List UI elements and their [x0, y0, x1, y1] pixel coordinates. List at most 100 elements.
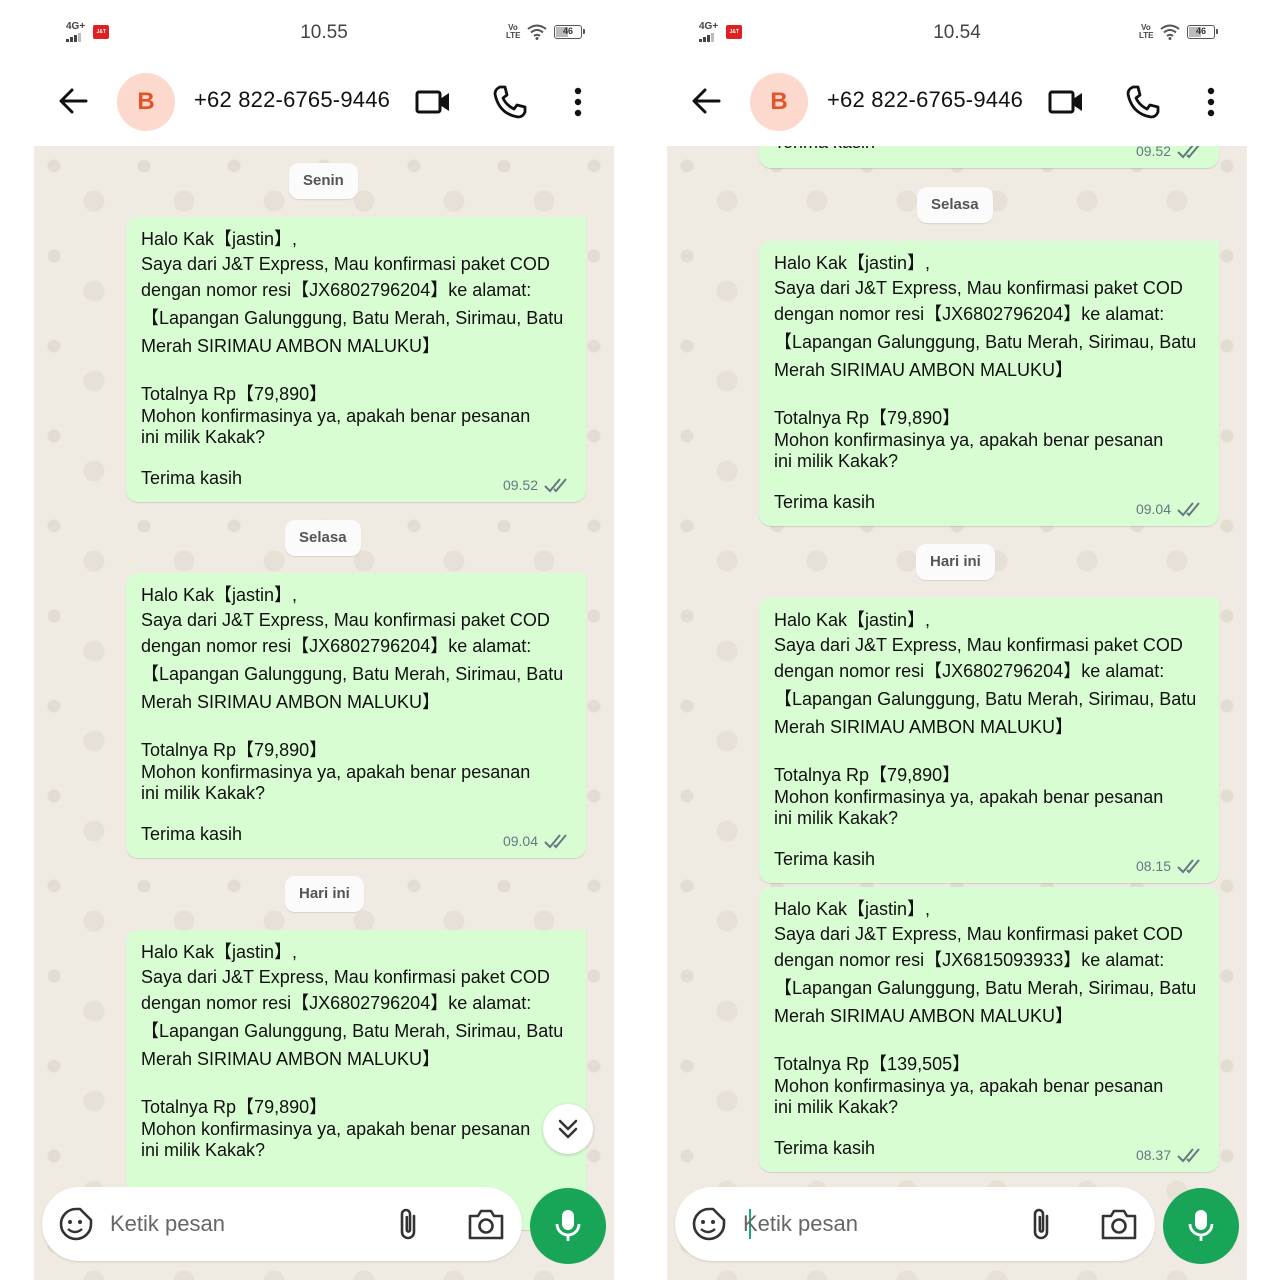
battery-level: 46: [1195, 26, 1206, 36]
video-call-icon[interactable]: [414, 83, 452, 121]
date-divider-hari-ini: Hari ini: [285, 876, 364, 912]
msg-intro: Saya dari J&T Express, Mau konfirmasi pa…: [141, 967, 550, 987]
double-check-icon: [1177, 146, 1200, 159]
message-meta: 09.04: [503, 832, 572, 850]
double-check-icon: [1177, 859, 1200, 874]
message-time: 08.15: [1135, 858, 1171, 874]
camera-icon[interactable]: [466, 1206, 506, 1242]
msg-confirm: Mohon konfirmasinya ya, apakah benar pes…: [141, 1119, 531, 1160]
msg-resi: dengan nomor resi【JX6815093933】ke alamat…: [774, 950, 1165, 970]
msg-address-1: 【Lapangan Galunggung, Batu Merah, Sirima…: [141, 664, 564, 684]
double-check-icon: [1177, 1148, 1200, 1163]
msg-confirm: Mohon konfirmasinya ya, apakah benar pes…: [774, 787, 1164, 828]
message-bubble[interactable]: Halo Kak【jastin】, Saya dari J&T Express,…: [759, 241, 1219, 526]
video-call-icon[interactable]: [1047, 83, 1085, 121]
more-vert-icon[interactable]: [1194, 83, 1232, 121]
chat-area[interactable]: Terima kasih 09.52 Selasa Halo Kak【jasti…: [667, 146, 1247, 1280]
screenshot-right: 4G+ J&T 10.54 Vo LTE 46 B +62 822-6765-9…: [667, 0, 1247, 1280]
scroll-to-bottom-button[interactable]: [543, 1104, 593, 1154]
double-check-icon: [1177, 502, 1200, 517]
status-right: Vo LTE 46: [1139, 23, 1218, 40]
contact-name[interactable]: +62 822-6765-9446: [827, 87, 1023, 113]
msg-intro: Saya dari J&T Express, Mau konfirmasi pa…: [774, 635, 1183, 655]
message-meta: 09.52: [1136, 146, 1205, 160]
camera-icon[interactable]: [1099, 1206, 1139, 1242]
date-divider-senin: Senin: [289, 163, 358, 199]
volte-icon: Vo LTE: [506, 23, 521, 40]
paperclip-icon[interactable]: [394, 1206, 424, 1242]
message-input[interactable]: Ketik pesan: [110, 1211, 225, 1237]
msg-total: Totalnya Rp【79,890】: [141, 1097, 328, 1117]
battery-icon: 46: [1187, 25, 1218, 39]
message-time: 09.04: [1135, 501, 1171, 517]
double-check-icon: [544, 478, 567, 493]
paperclip-icon[interactable]: [1027, 1206, 1057, 1242]
chat-header: B +62 822-6765-9446: [34, 66, 614, 146]
msg-total: Totalnya Rp【139,505】: [774, 1054, 971, 1074]
msg-address-2: Merah SIRIMAU AMBON MALUKU】: [774, 717, 1074, 737]
msg-resi: dengan nomor resi【JX6802796204】ke alamat…: [141, 280, 532, 300]
screenshot-left: 4G+ J&T 10.55 Vo LTE 46 B +62 822-6765-9…: [34, 0, 614, 1280]
chat-header: B +62 822-6765-9446: [667, 66, 1247, 146]
message-bubble[interactable]: Halo Kak【jastin】, Saya dari J&T Express,…: [759, 887, 1219, 1172]
msg-greeting: Halo Kak【jastin】,: [774, 899, 931, 919]
phone-icon[interactable]: [491, 83, 529, 121]
msg-confirm: Mohon konfirmasinya ya, apakah benar pes…: [774, 1076, 1164, 1117]
microphone-icon: [555, 1210, 581, 1241]
message-bubble[interactable]: Halo Kak【jastin】, Saya dari J&T Express,…: [126, 930, 586, 1230]
mic-button[interactable]: [1163, 1188, 1239, 1264]
msg-address-2: Merah SIRIMAU AMBON MALUKU】: [774, 1006, 1074, 1026]
msg-address-1: 【Lapangan Galunggung, Batu Merah, Sirima…: [774, 978, 1197, 998]
msg-address-1: 【Lapangan Galunggung, Batu Merah, Sirima…: [141, 308, 564, 328]
msg-greeting: Halo Kak【jastin】,: [774, 253, 931, 273]
msg-intro: Saya dari J&T Express, Mau konfirmasi pa…: [141, 610, 550, 630]
message-meta: 08.15: [1136, 857, 1205, 875]
message-time: 08.37: [1135, 1147, 1171, 1163]
sticker-icon[interactable]: [58, 1206, 94, 1242]
date-divider-hari-ini: Hari ini: [916, 544, 995, 580]
message-time: 09.52: [502, 477, 538, 493]
more-vert-icon[interactable]: [561, 83, 599, 121]
msg-total: Totalnya Rp【79,890】: [774, 408, 961, 428]
chat-area[interactable]: Senin Halo Kak【jastin】, Saya dari J&T Ex…: [34, 146, 614, 1280]
msg-intro: Saya dari J&T Express, Mau konfirmasi pa…: [774, 924, 1183, 944]
message-composer[interactable]: Ketik pesan: [675, 1187, 1155, 1261]
msg-intro: Saya dari J&T Express, Mau konfirmasi pa…: [141, 254, 550, 274]
date-divider-selasa: Selasa: [917, 187, 993, 223]
message-time: 09.52: [1135, 146, 1171, 159]
avatar[interactable]: B: [750, 73, 808, 131]
message-bubble[interactable]: Terima kasih 09.52: [759, 146, 1219, 168]
mic-button[interactable]: [530, 1188, 606, 1264]
msg-total: Totalnya Rp【79,890】: [141, 384, 328, 404]
message-composer[interactable]: Ketik pesan: [42, 1187, 522, 1261]
status-bar: 4G+ J&T 10.54 Vo LTE 46: [667, 0, 1247, 66]
message-bubble[interactable]: Halo Kak【jastin】, Saya dari J&T Express,…: [759, 598, 1219, 883]
msg-resi: dengan nomor resi【JX6802796204】ke alamat…: [141, 636, 532, 656]
avatar[interactable]: B: [117, 73, 175, 131]
msg-address-2: Merah SIRIMAU AMBON MALUKU】: [141, 692, 441, 712]
arrow-left-icon[interactable]: [689, 84, 723, 118]
phone-icon[interactable]: [1124, 83, 1162, 121]
sticker-icon[interactable]: [691, 1206, 727, 1242]
arrow-left-icon[interactable]: [56, 84, 90, 118]
message-bubble[interactable]: Halo Kak【jastin】, Saya dari J&T Express,…: [126, 573, 586, 858]
msg-address-2: Merah SIRIMAU AMBON MALUKU】: [141, 336, 441, 356]
message-input[interactable]: Ketik pesan: [743, 1211, 858, 1237]
wifi-icon: [1160, 24, 1180, 40]
msg-address-2: Merah SIRIMAU AMBON MALUKU】: [774, 360, 1074, 380]
msg-resi: dengan nomor resi【JX6802796204】ke alamat…: [774, 661, 1165, 681]
msg-greeting: Halo Kak【jastin】,: [141, 229, 298, 249]
msg-total: Totalnya Rp【79,890】: [774, 765, 961, 785]
message-meta: 09.52: [503, 476, 572, 494]
msg-confirm: Mohon konfirmasinya ya, apakah benar pes…: [774, 430, 1164, 471]
msg-address-1: 【Lapangan Galunggung, Batu Merah, Sirima…: [141, 1021, 564, 1041]
contact-name[interactable]: +62 822-6765-9446: [194, 87, 390, 113]
message-bubble[interactable]: Halo Kak【jastin】, Saya dari J&T Express,…: [126, 217, 586, 502]
status-right: Vo LTE 46: [506, 23, 585, 40]
wifi-icon: [527, 24, 547, 40]
msg-greeting: Halo Kak【jastin】,: [141, 942, 298, 962]
msg-total: Totalnya Rp【79,890】: [141, 740, 328, 760]
msg-address-2: Merah SIRIMAU AMBON MALUKU】: [141, 1049, 441, 1069]
msg-resi: dengan nomor resi【JX6802796204】ke alamat…: [774, 304, 1165, 324]
volte-icon: Vo LTE: [1139, 23, 1154, 40]
